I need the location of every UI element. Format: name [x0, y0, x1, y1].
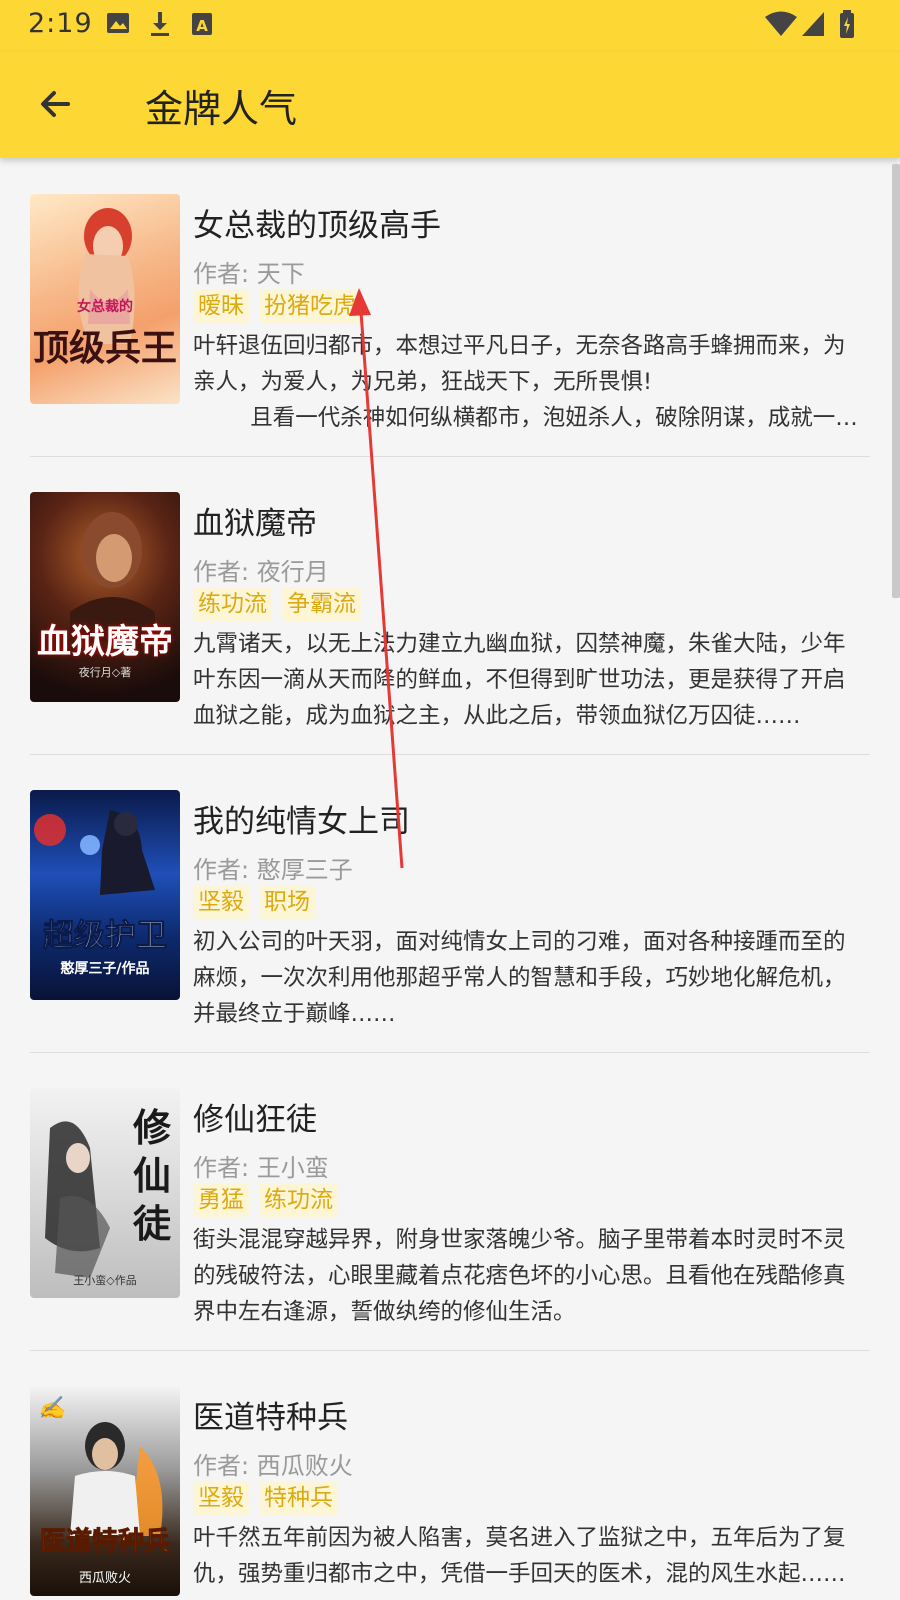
book-title[interactable]: 女总裁的顶级高手 — [193, 200, 441, 245]
download-icon — [151, 12, 169, 36]
book-description: 街头混混穿越异界，附身世家落魄少爷。脑子里带着本时灵时不灵的残破符法，心眼里藏着… — [193, 1227, 846, 1325]
cover-subtitle: 西瓜败火 — [78, 1571, 131, 1586]
tag[interactable]: 坚毅 — [193, 885, 249, 919]
book-author: 作者: 王小蛮 — [193, 1154, 329, 1182]
book-title[interactable]: 修仙狂徒 — [193, 1094, 317, 1139]
book-list-item[interactable]: 超级护卫 憨厚三子/作品 我的纯情女上司 作者: 憨厚三子 坚毅 职场 初入公司… — [30, 754, 870, 1053]
cover-title-art: 医道特种兵 — [39, 1527, 170, 1558]
cover-title-art: 修仙徒 — [132, 1105, 171, 1246]
scrollbar[interactable] — [892, 164, 900, 598]
cover-subtitle: 憨厚三子/作品 — [60, 961, 150, 977]
status-time: 2:19 — [28, 8, 93, 39]
image-icon — [107, 13, 129, 33]
book-list-item[interactable]: 血狱魔帝 夜行月◇著 血狱魔帝 作者: 夜行月 练功流 争霸流 九霄诸天，以无上… — [30, 456, 870, 755]
tag[interactable]: 勇猛 — [193, 1183, 249, 1217]
arrow-left-icon[interactable] — [34, 82, 78, 126]
tag[interactable]: 特种兵 — [259, 1481, 338, 1515]
tag[interactable]: 暧昧 — [193, 289, 249, 323]
book-author: 作者: 夜行月 — [193, 558, 329, 586]
book-list-item[interactable]: 修仙徒 王小蛮◇作品 修仙狂徒 作者: 王小蛮 勇猛 练功流 街头混混穿越异界，… — [30, 1052, 870, 1351]
book-description: 初入公司的叶天羽，面对纯情女上司的刁难，面对各种接踵而至的麻烦，一次次利用他那超… — [193, 929, 846, 1027]
book-tags: 勇猛 练功流 — [193, 1183, 338, 1217]
tag[interactable]: 职场 — [259, 885, 315, 919]
book-author: 作者: 天下 — [193, 260, 305, 288]
book-title[interactable]: 医道特种兵 — [193, 1392, 348, 1437]
book-author: 作者: 憨厚三子 — [193, 856, 353, 884]
book-cover[interactable]: 修仙徒 王小蛮◇作品 — [30, 1088, 180, 1298]
book-cover[interactable]: ✍ 医道特种兵 西瓜败火 — [30, 1386, 180, 1596]
book-cover[interactable]: 血狱魔帝 夜行月◇著 — [30, 492, 180, 702]
book-tags: 练功流 争霸流 — [193, 587, 361, 621]
tag[interactable]: 坚毅 — [193, 1481, 249, 1515]
cover-title-art: 顶级兵王 — [32, 327, 177, 369]
book-description: 九霄诸天，以无上法力建立九幽血狱，囚禁神魔，朱雀大陆，少年叶东因一滴从天而降的鲜… — [193, 631, 846, 729]
book-author: 作者: 西瓜败火 — [193, 1452, 353, 1480]
book-description: 叶千然五年前因为被人陷害，莫名进入了监狱之中，五年后为了复仇，强势重归都市之中，… — [193, 1525, 846, 1587]
book-description: 叶轩退伍回归都市，本想过平凡日子，无奈各路高手蜂拥而来，为亲人，为爱人，为兄弟，… — [193, 333, 858, 431]
app-bar: 金牌人气 — [0, 52, 900, 158]
tag[interactable]: 扮猪吃虎 — [259, 289, 361, 323]
publisher-logo-icon: ✍ — [38, 1396, 66, 1421]
book-title[interactable]: 我的纯情女上司 — [193, 796, 410, 841]
book-tags: 坚毅 职场 — [193, 885, 315, 919]
signal-icon — [802, 12, 824, 36]
status-bar: 2:19 A — [0, 0, 900, 52]
svg-text:A: A — [196, 17, 208, 35]
book-list-item[interactable]: ✍ 医道特种兵 西瓜败火 医道特种兵 作者: 西瓜败火 坚毅 特种兵 叶千然五年… — [30, 1350, 870, 1600]
tag[interactable]: 练功流 — [193, 587, 272, 621]
book-title[interactable]: 血狱魔帝 — [193, 498, 317, 543]
cover-subtitle: 女总裁的 — [77, 299, 133, 315]
tag[interactable]: 争霸流 — [282, 587, 361, 621]
book-cover[interactable]: 超级护卫 憨厚三子/作品 — [30, 790, 180, 1000]
book-tags: 坚毅 特种兵 — [193, 1481, 338, 1515]
battery-icon — [840, 10, 854, 38]
book-cover[interactable]: 女总裁的 顶级兵王 — [30, 194, 180, 404]
book-tags: 暧昧 扮猪吃虎 — [193, 289, 361, 323]
tag[interactable]: 练功流 — [259, 1183, 338, 1217]
cover-subtitle: 夜行月◇著 — [78, 666, 132, 679]
cover-title-art: 超级护卫 — [43, 918, 168, 955]
wifi-icon — [765, 11, 797, 36]
book-list[interactable]: 女总裁的 顶级兵王 女总裁的顶级高手 作者: 天下 暧昧 扮猪吃虎 叶轩退伍回归… — [0, 158, 900, 1600]
font-a-icon: A — [192, 13, 212, 35]
cover-subtitle: 王小蛮◇作品 — [73, 1274, 137, 1287]
book-list-item[interactable]: 女总裁的 顶级兵王 女总裁的顶级高手 作者: 天下 暧昧 扮猪吃虎 叶轩退伍回归… — [30, 158, 870, 457]
page-title: 金牌人气 — [145, 87, 298, 131]
cover-title-art: 血狱魔帝 — [37, 622, 173, 662]
